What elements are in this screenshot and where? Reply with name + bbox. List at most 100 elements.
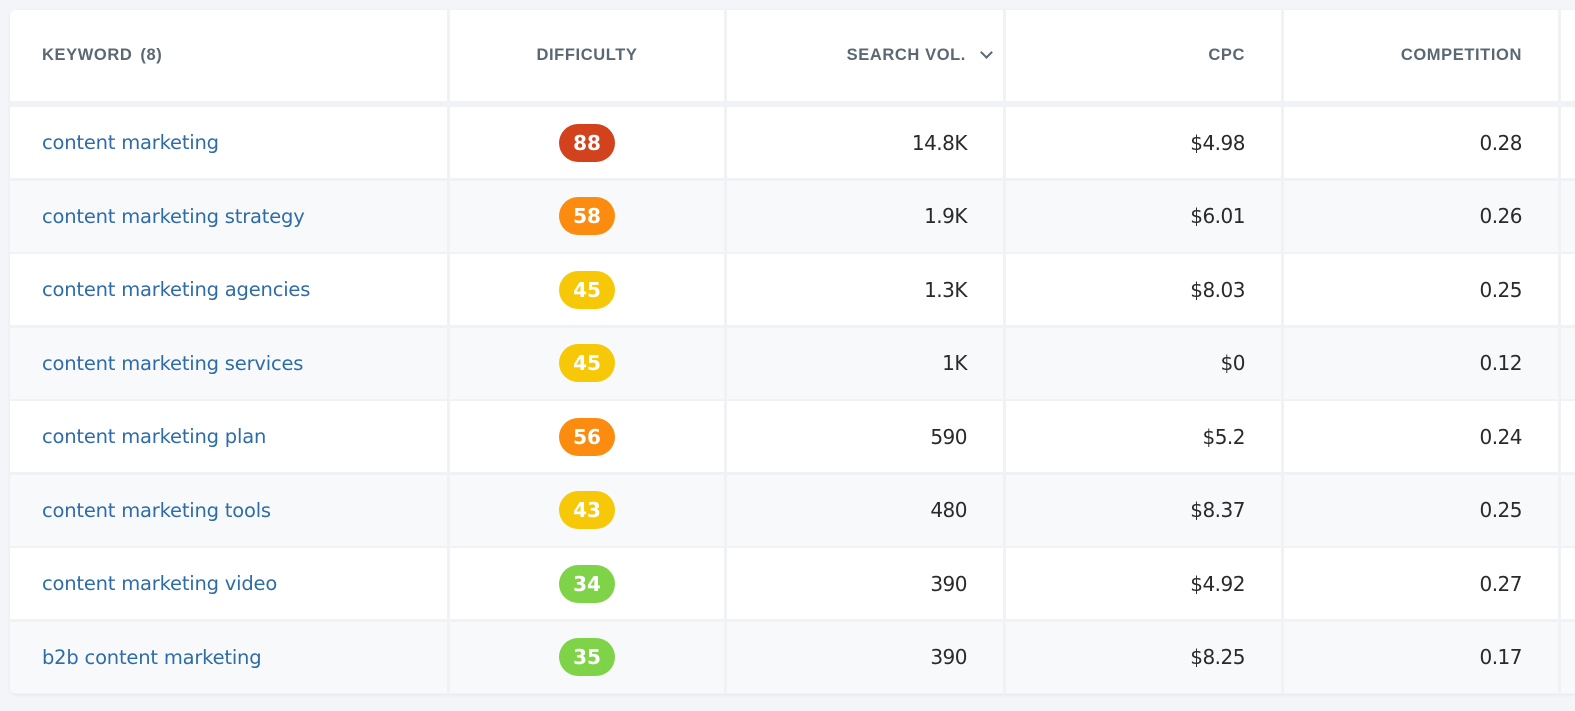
competition-cell: 0.12 — [1284, 327, 1558, 399]
keyword-link[interactable]: content marketing strategy — [42, 205, 305, 228]
keyword-cell: content marketing agencies — [10, 254, 447, 325]
competition-value: 0.26 — [1479, 204, 1522, 228]
header-cpc-label: CPC — [1208, 46, 1245, 64]
search-volume-cell: 390 — [727, 548, 1003, 619]
competition-value: 0.25 — [1479, 498, 1522, 522]
overflow-cell — [1561, 548, 1575, 619]
keyword-link[interactable]: content marketing services — [42, 352, 303, 375]
competition-value: 0.12 — [1479, 351, 1522, 375]
cpc-cell: $8.37 — [1006, 474, 1281, 546]
header-competition[interactable]: COMPETITION — [1284, 10, 1558, 101]
difficulty-cell: 88 — [450, 107, 724, 178]
keyword-link[interactable]: content marketing — [42, 131, 219, 154]
competition-value: 0.24 — [1479, 424, 1522, 449]
overflow-cell — [1561, 621, 1575, 693]
keyword-cell: content marketing services — [10, 327, 447, 399]
keyword-link[interactable]: content marketing video — [42, 572, 277, 595]
competition-value: 0.28 — [1479, 130, 1522, 155]
header-difficulty[interactable]: DIFFICULTY — [450, 10, 724, 101]
keyword-link[interactable]: content marketing plan — [42, 425, 266, 448]
table-row: content marketing strategy 58 1.9K $6.01… — [10, 180, 1575, 252]
search-volume-cell: 590 — [727, 401, 1003, 472]
search-volume-value: 1.9K — [924, 204, 967, 228]
table-body: content marketing 88 14.8K $4.98 0.28 co… — [10, 107, 1575, 693]
table-row: content marketing agencies 45 1.3K $8.03… — [10, 254, 1575, 325]
cpc-value: $8.25 — [1190, 645, 1245, 669]
keyword-count: (8) — [140, 46, 163, 64]
cpc-value: $8.37 — [1190, 498, 1245, 522]
difficulty-badge: 35 — [559, 638, 615, 676]
cpc-value: $6.01 — [1190, 204, 1245, 228]
competition-cell: 0.17 — [1284, 621, 1558, 693]
competition-cell: 0.24 — [1284, 401, 1558, 472]
header-overflow-column — [1561, 10, 1575, 101]
table-row: content marketing tools 43 480 $8.37 0.2… — [10, 474, 1575, 546]
chevron-down-icon[interactable] — [980, 46, 993, 59]
search-volume-value: 590 — [930, 424, 967, 449]
difficulty-badge: 45 — [559, 344, 615, 382]
header-keyword-label: KEYWORD — [42, 46, 133, 64]
search-volume-cell: 390 — [727, 621, 1003, 693]
cpc-cell: $4.98 — [1006, 107, 1281, 178]
competition-value: 0.27 — [1479, 571, 1522, 596]
competition-cell: 0.26 — [1284, 180, 1558, 252]
overflow-cell — [1561, 401, 1575, 472]
difficulty-cell: 35 — [450, 621, 724, 693]
table-row: content marketing video 34 390 $4.92 0.2… — [10, 548, 1575, 619]
competition-cell: 0.25 — [1284, 254, 1558, 325]
cpc-value: $0 — [1220, 351, 1246, 375]
table-row: b2b content marketing 35 390 $8.25 0.17 — [10, 621, 1575, 693]
cpc-cell: $0 — [1006, 327, 1281, 399]
cpc-cell: $4.92 — [1006, 548, 1281, 619]
competition-cell: 0.25 — [1284, 474, 1558, 546]
difficulty-badge: 88 — [559, 123, 615, 162]
search-volume-cell: 14.8K — [727, 107, 1003, 178]
keyword-link[interactable]: content marketing agencies — [42, 278, 310, 301]
search-volume-cell: 480 — [727, 474, 1003, 546]
search-volume-cell: 1K — [727, 327, 1003, 399]
keyword-link[interactable]: b2b content marketing — [42, 646, 262, 669]
competition-cell: 0.28 — [1284, 107, 1558, 178]
difficulty-cell: 34 — [450, 548, 724, 619]
difficulty-cell: 45 — [450, 254, 724, 325]
difficulty-cell: 43 — [450, 474, 724, 546]
header-difficulty-label: DIFFICULTY — [536, 46, 638, 64]
cpc-value: $4.98 — [1190, 130, 1245, 155]
cpc-cell: $6.01 — [1006, 180, 1281, 252]
header-cpc[interactable]: CPC — [1006, 10, 1281, 101]
header-search-volume[interactable]: SEARCH VOL. — [727, 10, 1003, 101]
competition-value: 0.17 — [1479, 645, 1522, 669]
header-search-volume-label: SEARCH VOL. — [846, 46, 966, 64]
cpc-value: $5.2 — [1202, 424, 1245, 449]
search-volume-value: 14.8K — [911, 130, 968, 155]
table-header-row: KEYWORD (8) DIFFICULTY SEARCH VOL. CPC C… — [10, 10, 1575, 101]
difficulty-badge: 45 — [559, 270, 615, 309]
overflow-cell — [1561, 327, 1575, 399]
keyword-cell: content marketing video — [10, 548, 447, 619]
keyword-link[interactable]: content marketing tools — [42, 499, 271, 522]
cpc-value: $4.92 — [1190, 571, 1245, 596]
difficulty-badge: 56 — [559, 417, 615, 456]
difficulty-badge: 34 — [559, 564, 615, 603]
search-volume-value: 390 — [930, 645, 967, 669]
difficulty-cell: 58 — [450, 180, 724, 252]
overflow-cell — [1561, 474, 1575, 546]
difficulty-cell: 56 — [450, 401, 724, 472]
keyword-cell: b2b content marketing — [10, 621, 447, 693]
search-volume-cell: 1.3K — [727, 254, 1003, 325]
cpc-cell: $8.03 — [1006, 254, 1281, 325]
overflow-cell — [1561, 107, 1575, 178]
table-row: content marketing plan 56 590 $5.2 0.24 — [10, 401, 1575, 472]
table-row: content marketing services 45 1K $0 0.12 — [10, 327, 1575, 399]
search-volume-value: 1.3K — [924, 277, 967, 302]
header-keyword[interactable]: KEYWORD (8) — [10, 10, 447, 101]
competition-cell: 0.27 — [1284, 548, 1558, 619]
overflow-cell — [1561, 180, 1575, 252]
keyword-cell: content marketing — [10, 107, 447, 178]
difficulty-cell: 45 — [450, 327, 724, 399]
keyword-table: KEYWORD (8) DIFFICULTY SEARCH VOL. CPC C… — [10, 10, 1575, 694]
cpc-cell: $5.2 — [1006, 401, 1281, 472]
cpc-cell: $8.25 — [1006, 621, 1281, 693]
header-competition-label: COMPETITION — [1400, 46, 1522, 64]
keyword-cell: content marketing plan — [10, 401, 447, 472]
